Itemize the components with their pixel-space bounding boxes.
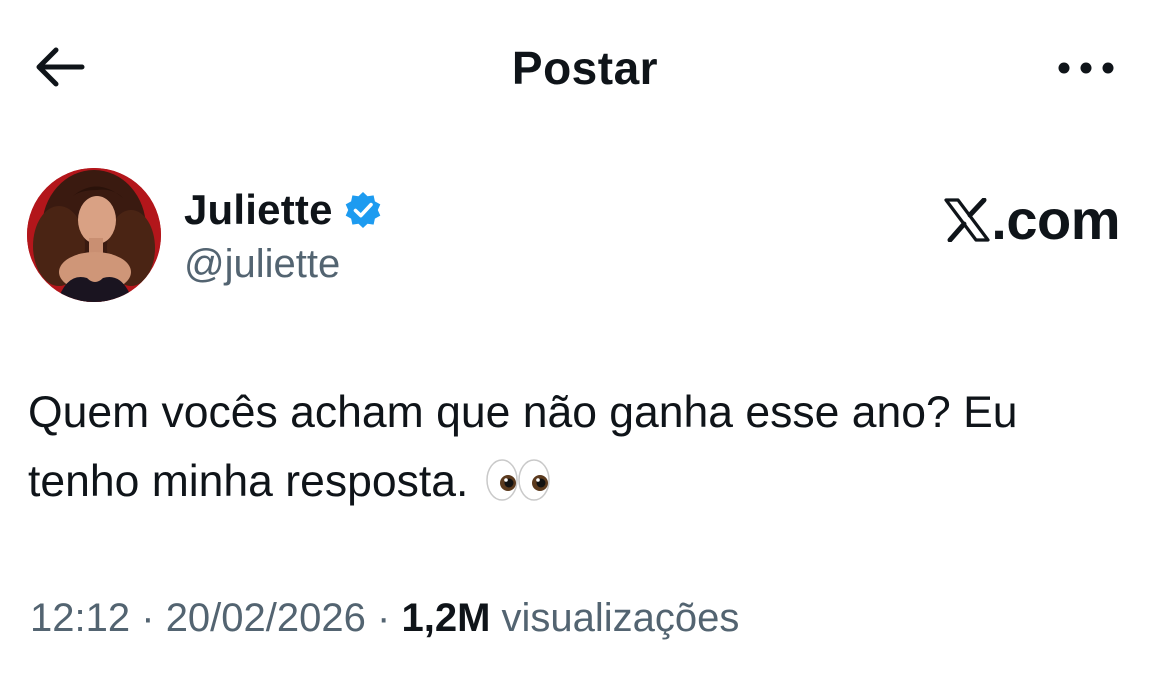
eyes-emoji-icon <box>485 459 550 501</box>
x-logo-icon <box>944 198 990 242</box>
user-handle[interactable]: @juliette <box>184 238 340 290</box>
display-name-row[interactable]: Juliette <box>184 183 383 237</box>
meta-separator: · <box>141 596 155 640</box>
display-name: Juliette <box>184 186 333 233</box>
avatar[interactable] <box>27 168 161 302</box>
views-label[interactable]: visualizações <box>502 596 740 640</box>
x-watermark: .com <box>943 190 1120 250</box>
page-title: Postar <box>511 42 659 94</box>
profile-photo <box>27 168 161 302</box>
tweet-text: Quem vocês acham que não ganha esse ano?… <box>28 378 1148 516</box>
tweet-date[interactable]: 20/02/2026 <box>166 596 366 640</box>
more-options-button[interactable] <box>1054 48 1118 88</box>
views-count[interactable]: 1,2M <box>401 596 490 640</box>
tweet-time[interactable]: 12:12 <box>30 596 130 640</box>
verified-badge-icon <box>345 192 380 228</box>
more-horizontal-icon <box>1058 62 1114 74</box>
tweet-text-line-2: tenho minha resposta. <box>28 457 469 506</box>
post-header: Postar <box>0 0 1170 135</box>
tweet-meta: 12:12 · 20/02/2026 · 1,2M visualizações <box>30 592 739 644</box>
tweet-text-line-1: Quem vocês acham que não ganha esse ano?… <box>28 388 1018 437</box>
meta-separator: · <box>377 596 391 640</box>
watermark-domain: .com <box>991 188 1120 251</box>
